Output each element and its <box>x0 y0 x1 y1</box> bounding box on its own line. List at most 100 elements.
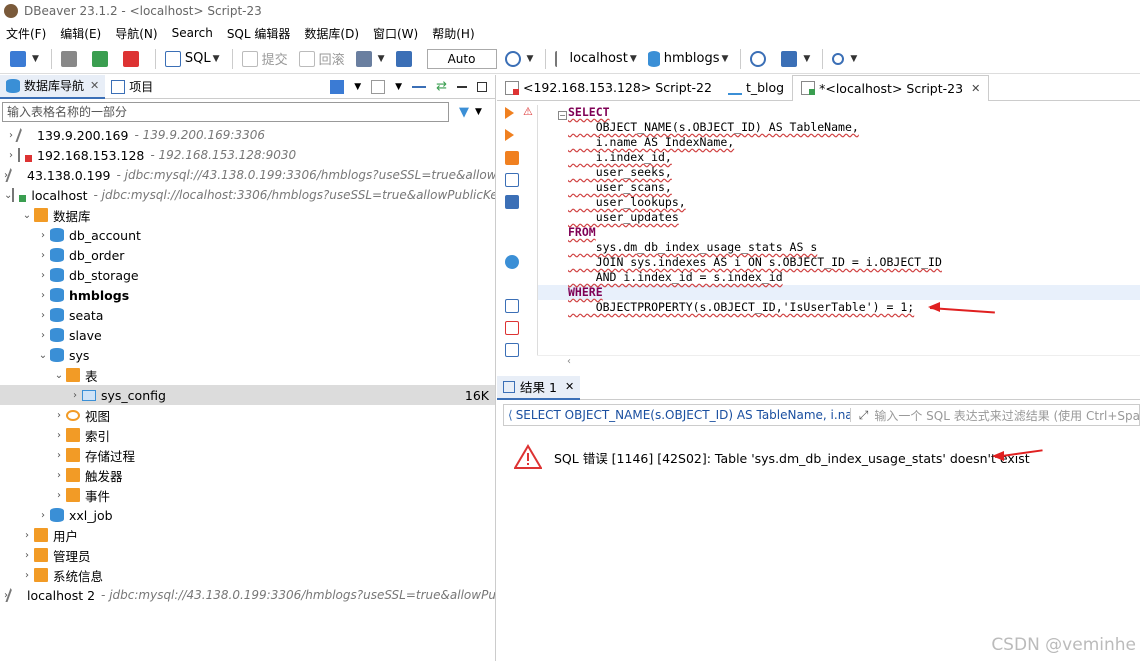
datasource-selector[interactable]: localhost ▼ <box>551 47 640 71</box>
execute-new-tab-icon[interactable] <box>505 151 519 165</box>
tab-projects[interactable]: 项目 <box>105 75 159 99</box>
menu-edit[interactable]: 编辑(E) <box>60 25 101 42</box>
menu-window[interactable]: 窗口(W) <box>373 25 418 42</box>
tree-node-folder[interactable]: › 事件 <box>0 485 495 505</box>
commit-button[interactable]: 提交 <box>238 47 292 71</box>
lock-button[interactable] <box>392 47 420 71</box>
disconnect-button[interactable] <box>119 47 147 71</box>
sql-editor[interactable]: ⚠ − SELECT OBJECT_NAME(s.OBJECT_ID) AS T… <box>497 101 1140 371</box>
dbeaver-logo-icon <box>4 4 18 18</box>
results-tab-row: 结果 1 ✕ <box>497 375 1140 400</box>
results-filter-input[interactable]: 输入一个 SQL 表达式来过滤结果 (使用 Ctrl+Spa <box>868 407 1139 424</box>
collapse-all-icon[interactable] <box>412 85 427 88</box>
tree-node-label: 视图 <box>85 408 111 424</box>
menu-help[interactable]: 帮助(H) <box>432 25 474 42</box>
sql-script-ok-icon <box>801 81 816 95</box>
close-icon[interactable]: ✕ <box>971 82 980 95</box>
tree-node-database[interactable]: › slave <box>0 325 495 345</box>
sync-icon[interactable]: ⇄ <box>436 79 447 94</box>
connect-button[interactable] <box>57 47 85 71</box>
chevron-down-icon[interactable]: ▼ <box>395 82 402 92</box>
tab-script-23[interactable]: *<localhost> Script-23 ✕ <box>792 74 990 101</box>
menu-file[interactable]: 文件(F) <box>6 25 46 42</box>
tree-node-folder[interactable]: › 视图 <box>0 405 495 425</box>
menu-database[interactable]: 数据库(D) <box>304 25 359 42</box>
editor-tab-row: <192.168.153.128> Script-22 t_blog *<loc… <box>497 74 1140 101</box>
table-filter-input[interactable]: 输入表格名称的一部分 <box>2 102 449 122</box>
variables-icon[interactable] <box>505 343 519 357</box>
chevron-down-icon: ⌄ <box>22 209 32 221</box>
tree-node-connection[interactable]: › 192.168.153.128 - 192.168.153.128:9030 <box>0 145 495 165</box>
expand-icon[interactable]: ⤢ <box>859 408 869 423</box>
tree-node-folder[interactable]: › 触发器 <box>0 465 495 485</box>
history-button[interactable]: ▼ <box>501 47 538 71</box>
tree-node-label: seata <box>69 307 104 323</box>
auto-commit-field[interactable]: Auto <box>426 48 497 69</box>
database-icon <box>50 328 64 342</box>
reconnect-button[interactable] <box>88 47 116 71</box>
schema-selector[interactable]: hmblogs ▼ <box>644 47 733 71</box>
menu-sql-editor[interactable]: SQL 编辑器 <box>227 25 291 42</box>
new-connection-icon[interactable] <box>330 79 345 94</box>
tree-node-database[interactable]: › db_storage <box>0 265 495 285</box>
tree-node-connection[interactable]: › 139.9.200.169 - 139.9.200.169:3306 <box>0 125 495 145</box>
close-icon[interactable]: ✕ <box>90 79 99 92</box>
fold-toggle-icon[interactable]: − <box>558 111 567 120</box>
query-preview[interactable]: ⟨ SELECT OBJECT_NAME(s.OBJECT_ID) AS Tabl… <box>504 408 851 422</box>
database-icon <box>50 288 64 302</box>
tree-node-database[interactable]: › seata <box>0 305 495 325</box>
tree-node-folder[interactable]: › 索引 <box>0 425 495 445</box>
menu-navigate[interactable]: 导航(N) <box>115 25 157 42</box>
tree-node-database[interactable]: › xxl_job <box>0 505 495 525</box>
tree-node-connection[interactable]: › localhost 2 - jdbc:mysql://43.138.0.19… <box>0 585 495 605</box>
chevron-down-icon[interactable]: ▼ <box>354 82 361 92</box>
connect-icon <box>60 50 77 67</box>
settings-gear-icon[interactable] <box>505 255 519 269</box>
horizontal-scrollbar[interactable]: ‹ <box>537 355 1140 369</box>
tree-node-database[interactable]: › db_account <box>0 225 495 245</box>
tree-node-database[interactable]: ⌄ sys <box>0 345 495 365</box>
tab-script-22[interactable]: <192.168.153.128> Script-22 <box>497 75 720 101</box>
users-folder-icon <box>34 528 48 542</box>
menu-search[interactable]: Search <box>172 26 213 40</box>
chevron-down-icon[interactable]: ▼ <box>475 107 482 117</box>
tree-node-folder[interactable]: › 管理员 <box>0 545 495 565</box>
import-icon[interactable] <box>505 321 519 335</box>
tab-database-navigator[interactable]: 数据库导航 ✕ <box>0 74 106 99</box>
tab-t-blog[interactable]: t_blog <box>720 75 792 101</box>
new-connection-button[interactable]: ▼ <box>6 47 43 71</box>
diagram-button[interactable]: ▼ <box>777 47 814 71</box>
tree-node-database[interactable]: › db_order <box>0 245 495 265</box>
export-icon[interactable] <box>505 299 519 313</box>
tree-node-folder[interactable]: › 用户 <box>0 525 495 545</box>
explain-plan-icon[interactable] <box>505 173 519 187</box>
tree-node-connection[interactable]: ⌄ localhost - jdbc:mysql://localhost:330… <box>0 185 495 205</box>
tree-node-folder[interactable]: ⌄ 表 <box>0 365 495 385</box>
code-area[interactable]: − SELECT OBJECT_NAME(s.OBJECT_ID) AS Tab… <box>537 105 1140 355</box>
tree-node-connection[interactable]: › 43.138.0.199 - jdbc:mysql://43.138.0.1… <box>0 165 495 185</box>
tree-node-folder[interactable]: ⌄ 数据库 <box>0 205 495 225</box>
terminal-icon[interactable] <box>505 195 519 209</box>
tree-node-url: - jdbc:mysql://localhost:3306/hmblogs?us… <box>93 188 495 202</box>
rollback-button[interactable]: 回滚 <box>295 47 349 71</box>
search-button[interactable]: ▼ <box>828 47 861 71</box>
sql-editor-button[interactable]: SQL ▼ <box>161 47 224 71</box>
link-icon[interactable] <box>371 79 386 94</box>
tab-results-1[interactable]: 结果 1 ✕ <box>497 375 581 400</box>
tree-node-database[interactable]: › hmblogs <box>0 285 495 305</box>
tree-node-folder[interactable]: › 存储过程 <box>0 445 495 465</box>
scroll-left-icon[interactable]: ‹ <box>567 356 571 367</box>
filter-icon[interactable]: ▼ <box>459 105 469 120</box>
tree-node-table[interactable]: › sys_config 16K <box>0 385 495 405</box>
transaction-mode-button[interactable]: ▼ <box>352 47 389 71</box>
execute-script-icon[interactable] <box>505 129 514 141</box>
minimize-icon[interactable] <box>457 85 467 88</box>
close-icon[interactable]: ✕ <box>565 380 574 393</box>
execute-statement-icon[interactable] <box>505 107 514 119</box>
tab-label: t_blog <box>745 80 785 95</box>
maximize-icon[interactable] <box>477 81 487 92</box>
tree-node-folder[interactable]: › 系统信息 <box>0 565 495 585</box>
dashboard-button[interactable] <box>746 47 774 71</box>
disconnect-icon <box>122 50 139 67</box>
tree-node-label: db_account <box>69 227 141 243</box>
